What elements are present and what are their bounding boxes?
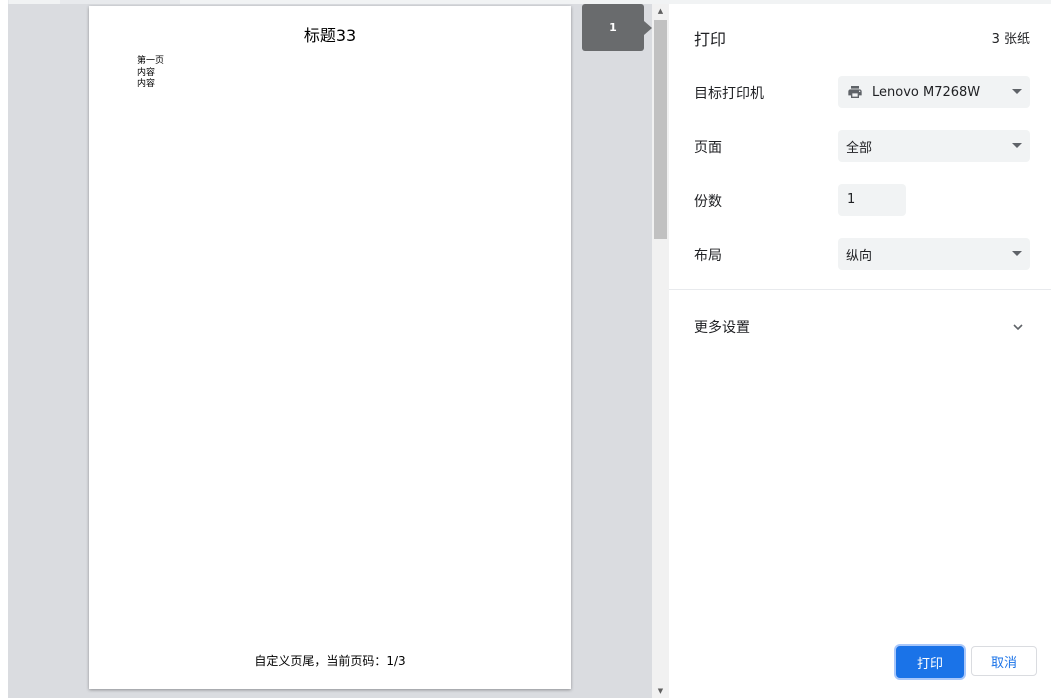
print-button[interactable]: 打印 <box>896 646 964 678</box>
print-preview-area: 标题33 第一页 内容 内容 自定义页尾，当前页码：1/3 <box>8 4 652 698</box>
layout-value: 纵向 <box>846 248 873 264</box>
scroll-down-arrow-icon[interactable]: ▼ <box>652 684 669 698</box>
destination-label: 目标打印机 <box>694 86 764 102</box>
print-settings-panel: 打印 3 张纸 目标打印机 Lenovo M7268W 页面 全部 份数 1 布… <box>669 4 1051 698</box>
pages-value: 全部 <box>846 140 873 156</box>
dropdown-arrow-icon <box>1012 251 1022 256</box>
preview-page: 标题33 第一页 内容 内容 自定义页尾，当前页码：1/3 <box>89 6 571 689</box>
page-badge-pointer <box>644 21 652 35</box>
dropdown-arrow-icon <box>1012 89 1022 94</box>
chevron-down-icon[interactable] <box>1011 320 1025 334</box>
preview-body-line: 第一页 <box>137 56 165 66</box>
preview-page-title: 标题33 <box>303 26 357 45</box>
printer-icon <box>848 86 862 98</box>
panel-title: 打印 <box>694 30 727 49</box>
destination-value: Lenovo M7268W <box>872 84 981 100</box>
page-number-badge: 1 <box>582 4 644 51</box>
preview-body-line: 内容 <box>137 79 156 89</box>
pages-label: 页面 <box>694 140 722 156</box>
scroll-thumb[interactable] <box>654 20 667 239</box>
preview-body-line: 内容 <box>137 67 156 78</box>
more-settings-toggle[interactable]: 更多设置 <box>694 317 750 337</box>
preview-page-footer: 自定义页尾，当前页码：1/3 <box>254 654 406 668</box>
layout-select[interactable]: 纵向 <box>838 238 1030 270</box>
copies-label: 份数 <box>694 194 722 210</box>
layout-label: 布局 <box>694 248 722 264</box>
destination-select[interactable]: Lenovo M7268W <box>838 76 1030 108</box>
preview-page-body: 第一页 内容 内容 <box>137 56 164 91</box>
cancel-button[interactable]: 取消 <box>971 646 1037 676</box>
sheet-count: 3 张纸 <box>991 32 1030 47</box>
copies-input[interactable]: 1 <box>838 184 906 216</box>
scroll-up-arrow-icon[interactable]: ▲ <box>652 4 669 18</box>
dropdown-arrow-icon <box>1012 143 1022 148</box>
preview-scrollbar[interactable]: ▲ ▼ <box>652 4 669 698</box>
section-divider <box>669 289 1051 290</box>
pages-select[interactable]: 全部 <box>838 130 1030 162</box>
